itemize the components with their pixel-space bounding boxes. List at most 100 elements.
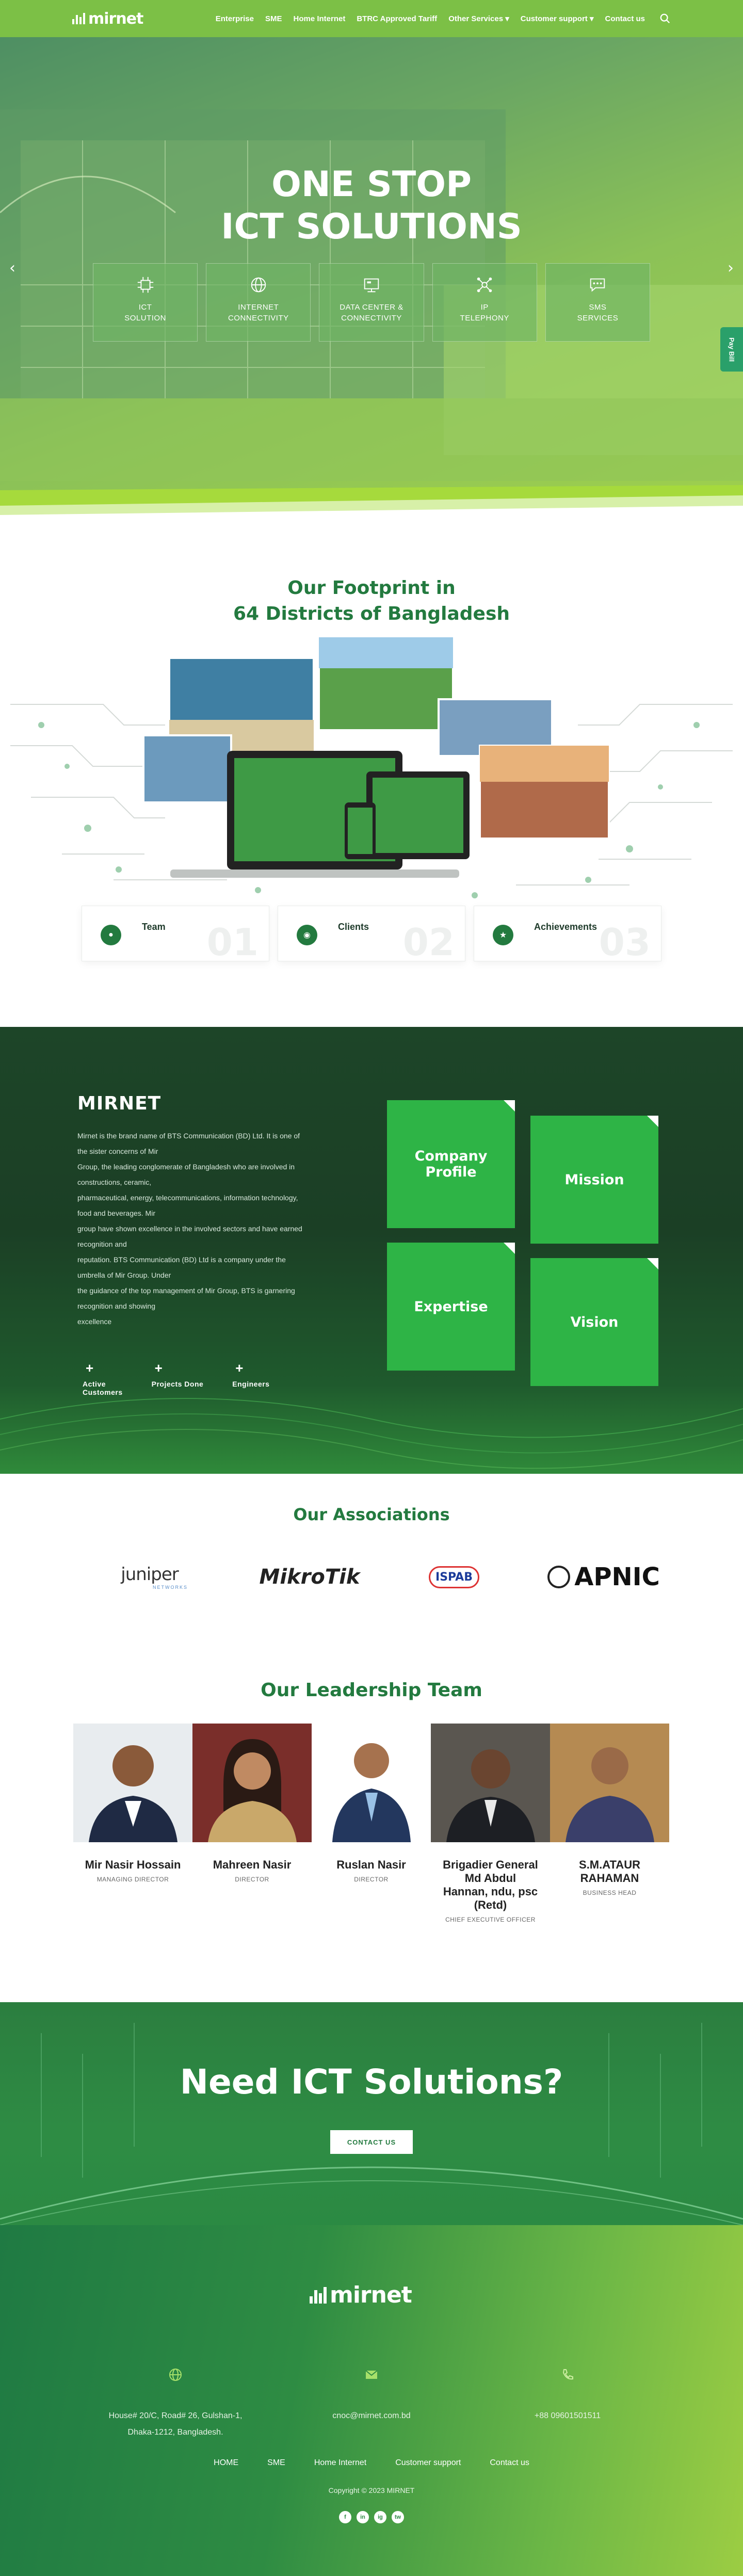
plus-icon: + <box>154 1360 163 1376</box>
apnic-logo[interactable]: APNIC <box>542 1557 666 1597</box>
about-stats: + Active Customers + Projects Done + Engine… <box>83 1361 269 1396</box>
clients-icon: ◉ <box>297 925 317 945</box>
nav-links: Enterprise SME Home Internet BTRC Approv… <box>216 14 645 24</box>
footer-phone: +88 09601501511 <box>485 2351 650 2424</box>
apnic-wordmark: APNIC <box>574 1563 660 1591</box>
contact-us-button[interactable]: CONTACT US <box>330 2130 413 2154</box>
service-label: IP TELEPHONY <box>460 303 509 323</box>
footprint-cards: ● Team 01 ◉ Clients 02 ★ Achievements 03 <box>82 906 661 961</box>
leader-card[interactable]: Mir Nasir Hossain MANAGING DIRECTOR <box>73 1724 192 1923</box>
top-navbar: mirnet Enterprise SME Home Internet BTRC… <box>0 0 743 37</box>
leader-card[interactable]: S.M.ATAUR RAHAMAN BUSINESS HEAD <box>550 1724 669 1923</box>
footer: mirnet House# 20/C, Road# 26, Gulshan-1,… <box>0 2225 743 2576</box>
network-icon <box>477 277 492 293</box>
plus-icon: + <box>235 1360 244 1376</box>
apnic-globe-icon <box>547 1566 571 1588</box>
linkedin-icon[interactable]: in <box>357 2511 369 2523</box>
service-ict-solution[interactable]: ICT SOLUTION <box>93 263 198 342</box>
footer-mirnet-logo[interactable]: mirnet <box>310 2282 412 2308</box>
copyright-text: Copyright © 2023 MIRNET <box>328 2486 415 2494</box>
stat-engineers: + Engineers <box>232 1361 269 1396</box>
globe-icon <box>251 277 266 293</box>
team-icon: ● <box>101 925 121 945</box>
phone-icon <box>562 2369 573 2380</box>
email-text[interactable]: cnoc@mirnet.com.bd <box>332 2411 410 2420</box>
leadership-title: Our Leadership Team <box>261 1680 482 1701</box>
tile-company-profile[interactable]: Company Profile <box>387 1100 515 1228</box>
tile-vision[interactable]: Vision <box>530 1258 658 1386</box>
footprint-title-line1: Our Footprint in <box>287 577 456 599</box>
leader-photo <box>312 1724 431 1842</box>
about-title: MIRNET <box>77 1093 161 1114</box>
footprint-card-clients[interactable]: ◉ Clients 02 <box>278 906 465 961</box>
next-slide-arrow[interactable]: › <box>728 259 734 277</box>
service-data-center[interactable]: DATA CENTER & CONNECTIVITY <box>319 263 424 342</box>
leader-role: CHIEF EXECUTIVE OFFICER <box>445 1916 536 1923</box>
footprint-devices-illustration <box>10 636 733 898</box>
leader-card[interactable]: Ruslan Nasir DIRECTOR <box>312 1724 431 1923</box>
footer-link-home-internet[interactable]: Home Internet <box>314 2458 366 2468</box>
nav-enterprise[interactable]: Enterprise <box>216 14 254 23</box>
mirnet-logo[interactable]: mirnet <box>72 10 143 28</box>
footprint-card-achievements[interactable]: ★ Achievements 03 <box>474 906 661 961</box>
hero-banner: ONE STOP ICT SOLUTIONS ‹ › ICT SOLUTION … <box>0 37 743 521</box>
stat-label: Projects Done <box>151 1380 204 1388</box>
nav-btrc-tariff[interactable]: BTRC Approved Tariff <box>357 14 437 23</box>
card-number: 01 <box>206 921 259 964</box>
footprint-card-team[interactable]: ● Team 01 <box>82 906 269 961</box>
search-icon[interactable] <box>659 13 671 24</box>
leader-photo <box>73 1724 192 1842</box>
nav-customer-support[interactable]: Customer support ▾ <box>521 14 594 23</box>
leader-role: MANAGING DIRECTOR <box>96 1876 169 1883</box>
leader-card[interactable]: Mahreen Nasir DIRECTOR <box>192 1724 312 1923</box>
ispab-wordmark: ISPAB <box>429 1566 479 1588</box>
nav-home-internet[interactable]: Home Internet <box>293 14 345 23</box>
about-mirnet-section: MIRNET Mirnet is the brand name of BTS C… <box>0 1027 743 1474</box>
footer-link-sme[interactable]: SME <box>267 2458 285 2468</box>
nav-contact-us[interactable]: Contact us <box>605 14 645 23</box>
phone-text[interactable]: +88 09601501511 <box>535 2411 601 2420</box>
nav-other-services[interactable]: Other Services ▾ <box>448 14 509 23</box>
pay-bill-tab[interactable]: Pay Bill <box>720 327 743 372</box>
tile-expertise[interactable]: Expertise <box>387 1243 515 1371</box>
mikrotik-logo[interactable]: MikroTik <box>253 1557 366 1597</box>
card-label: Clients <box>338 922 369 932</box>
card-label: Team <box>142 922 166 932</box>
tile-mission[interactable]: Mission <box>530 1116 658 1244</box>
envelope-icon <box>365 2370 378 2379</box>
nav-sme[interactable]: SME <box>265 14 282 23</box>
card-label: Achievements <box>534 922 597 932</box>
service-internet-connectivity[interactable]: INTERNET CONNECTIVITY <box>206 263 311 342</box>
service-ip-telephony[interactable]: IP TELEPHONY <box>432 263 537 342</box>
footer-email: cnoc@mirnet.com.bd <box>289 2351 454 2424</box>
logo-text: mirnet <box>88 9 143 28</box>
footer-address: House# 20/C, Road# 26, Gulshan-1, Dhaka-… <box>93 2351 258 2441</box>
stat-projects-done: + Projects Done <box>152 1361 204 1396</box>
chip-icon <box>137 277 153 293</box>
facebook-icon[interactable]: f <box>339 2511 351 2523</box>
instagram-icon[interactable]: ig <box>374 2511 386 2523</box>
footer-link-home[interactable]: HOME <box>214 2458 238 2468</box>
prev-slide-arrow[interactable]: ‹ <box>9 259 15 277</box>
twitter-icon[interactable]: tw <box>392 2511 404 2523</box>
globe-icon <box>169 2369 182 2381</box>
footer-link-contact-us[interactable]: Contact us <box>490 2458 529 2468</box>
hero-title-line2: ICT SOLUTIONS <box>221 206 522 247</box>
associations-title: Our Associations <box>293 1505 450 1524</box>
footer-link-customer-support[interactable]: Customer support <box>395 2458 461 2468</box>
leader-card[interactable]: Brigadier General Md Abdul Hannan, ndu, … <box>431 1724 550 1923</box>
leader-photo <box>431 1724 550 1842</box>
card-number: 02 <box>402 921 455 964</box>
address-text: House# 20/C, Road# 26, Gulshan-1, Dhaka-… <box>108 2411 243 2437</box>
juniper-networks-text: NETWORKS <box>152 1585 188 1590</box>
ispab-logo[interactable]: ISPAB <box>418 1557 490 1597</box>
plus-icon: + <box>86 1360 94 1376</box>
service-sms[interactable]: SMS SERVICES <box>545 263 651 342</box>
footer-logo-text: mirnet <box>330 2282 412 2308</box>
stat-active-customers: + Active Customers <box>83 1361 123 1396</box>
hero-title-line1: ONE STOP <box>271 164 472 205</box>
leader-name: Mahreen Nasir <box>213 1858 292 1871</box>
juniper-logo[interactable]: JUNIPER NETWORKS <box>98 1557 201 1597</box>
services-row: ICT SOLUTION INTERNET CONNECTIVITY DATA … <box>93 263 651 342</box>
leader-role: BUSINESS HEAD <box>583 1889 637 1896</box>
